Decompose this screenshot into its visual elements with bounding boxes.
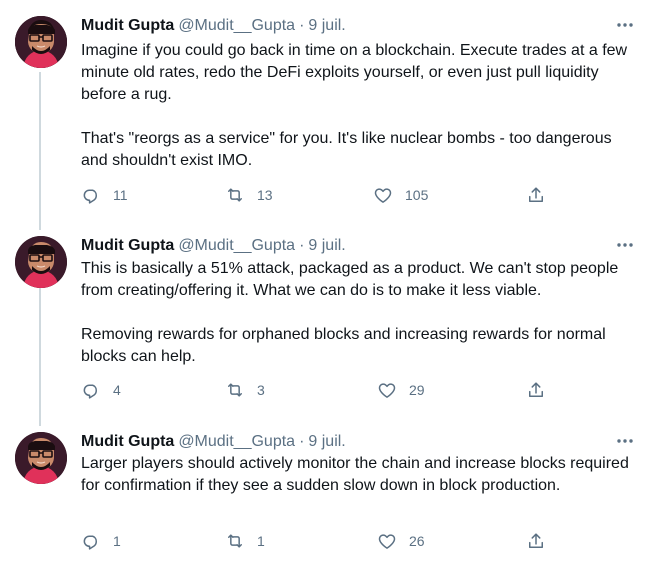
heart-icon <box>377 380 397 400</box>
tweet-text: Larger players should actively monitor t… <box>81 453 633 497</box>
tweet-date[interactable]: 9 juil. <box>308 17 345 34</box>
like-count: 29 <box>409 382 425 398</box>
share-icon <box>526 380 546 400</box>
reply-count: 1 <box>113 533 121 549</box>
avatar[interactable] <box>15 432 67 484</box>
avatar[interactable] <box>15 16 67 68</box>
like-button[interactable]: 26 <box>377 530 425 552</box>
reply-count: 4 <box>113 382 121 398</box>
retweet-icon <box>225 531 245 551</box>
tweet-text: This is basically a 51% attack, packaged… <box>81 258 633 368</box>
avatar-image <box>15 432 67 484</box>
tweet-date[interactable]: 9 juil. <box>308 237 345 254</box>
more-icon[interactable] <box>614 14 636 36</box>
more-icon[interactable] <box>614 234 636 256</box>
tweet[interactable]: Mudit Gupta @Mudit__Gupta · 9 juil. Imagine… <box>0 16 646 212</box>
tweet-paragraph: That's "reorgs as a service" for you. It… <box>81 130 617 169</box>
share-icon <box>526 531 546 551</box>
avatar-image <box>15 236 67 288</box>
retweet-button[interactable]: 1 <box>225 530 265 552</box>
more-icon[interactable] <box>614 430 636 452</box>
retweet-button[interactable]: 13 <box>225 184 273 206</box>
heart-icon <box>373 185 393 205</box>
tweet-actions: 1 1 26 <box>81 530 561 552</box>
tweet-header: Mudit Gupta @Mudit__Gupta · 9 juil. <box>81 16 346 36</box>
share-icon <box>526 185 546 205</box>
tweet-header: Mudit Gupta @Mudit__Gupta · 9 juil. <box>81 432 346 452</box>
tweet-paragraph: This is basically a 51% attack, packaged… <box>81 260 623 299</box>
separator-dot: · <box>299 433 305 450</box>
reply-icon <box>81 185 101 205</box>
retweet-count: 3 <box>257 382 265 398</box>
reply-icon <box>81 531 101 551</box>
tweet-paragraph: Imagine if you could go back in time on … <box>81 42 632 103</box>
retweet-count: 13 <box>257 187 273 203</box>
author-handle[interactable]: @Mudit__Gupta <box>178 237 295 254</box>
like-button[interactable]: 29 <box>377 379 425 401</box>
author-handle[interactable]: @Mudit__Gupta <box>178 17 295 34</box>
like-count: 26 <box>409 533 425 549</box>
tweet-paragraph: Removing rewards for orphaned blocks and… <box>81 326 611 365</box>
tweet[interactable]: Mudit Gupta @Mudit__Gupta · 9 juil. This is… <box>0 236 646 404</box>
avatar[interactable] <box>15 236 67 288</box>
author-name[interactable]: Mudit Gupta <box>81 237 174 254</box>
tweet[interactable]: Mudit Gupta @Mudit__Gupta · 9 juil. Larger … <box>0 432 646 556</box>
share-button[interactable] <box>526 379 546 401</box>
like-count: 105 <box>405 187 429 203</box>
heart-icon <box>377 531 397 551</box>
retweet-icon <box>225 185 245 205</box>
reply-button[interactable]: 1 <box>81 530 121 552</box>
tweet-actions: 11 13 105 <box>81 184 561 206</box>
tweet-actions: 4 3 29 <box>81 379 561 401</box>
share-button[interactable] <box>526 184 546 206</box>
retweet-count: 1 <box>257 533 265 549</box>
tweet-paragraph: Larger players should actively monitor t… <box>81 455 634 494</box>
like-button[interactable]: 105 <box>373 184 428 206</box>
author-name[interactable]: Mudit Gupta <box>81 17 174 34</box>
tweet-text: Imagine if you could go back in time on … <box>81 40 633 172</box>
tweet-header: Mudit Gupta @Mudit__Gupta · 9 juil. <box>81 236 346 256</box>
reply-button[interactable]: 4 <box>81 379 121 401</box>
separator-dot: · <box>299 17 305 34</box>
retweet-button[interactable]: 3 <box>225 379 265 401</box>
tweet-thread: Mudit Gupta @Mudit__Gupta · 9 juil. Imagine… <box>0 0 646 564</box>
tweet-date[interactable]: 9 juil. <box>308 433 345 450</box>
share-button[interactable] <box>526 530 546 552</box>
author-name[interactable]: Mudit Gupta <box>81 433 174 450</box>
separator-dot: · <box>299 237 305 254</box>
reply-button[interactable]: 11 <box>81 184 128 206</box>
reply-icon <box>81 380 101 400</box>
reply-count: 11 <box>113 187 128 203</box>
retweet-icon <box>225 380 245 400</box>
author-handle[interactable]: @Mudit__Gupta <box>178 433 295 450</box>
avatar-image <box>15 16 67 68</box>
